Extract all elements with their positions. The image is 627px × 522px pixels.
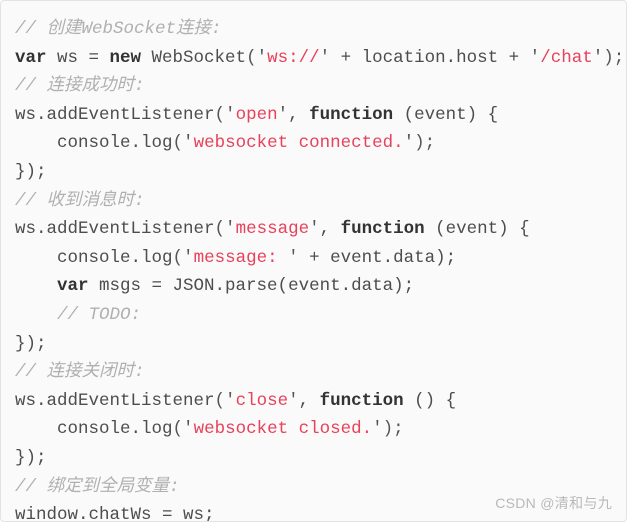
code-token-q: (' [214,219,236,240]
code-token-q: ); [382,419,404,440]
code-token-pl: window.chatWs = ws; [15,505,215,522]
code-token-q: ' [309,219,320,240]
code-line: // TODO: [15,301,616,330]
code-token-cmt: // 创建WebSocket连接: [15,19,222,39]
code-token-kw: new [109,47,142,68]
code-token-pl: WebSocket [141,47,247,68]
code-line: ws.addEventListener('message', function … [15,215,616,244]
code-token-cmt: // 连接关闭时: [15,362,145,383]
code-token-q: ' [403,133,415,154]
code-token-str: /chat [540,47,593,68]
code-line: }); [15,330,616,359]
code-line: console.log('websocket closed.'); [15,415,616,444]
code-token-pl: + location.host + [330,47,530,68]
code-token-q: (' [172,419,194,440]
code-token-pl: msgs = JSON.parse(event.data); [88,276,415,297]
code-token-pl: }); [15,161,47,182]
code-block: // 创建WebSocket连接: var ws = new WebSocket(… [0,0,627,522]
code-line: // 创建WebSocket连接: [15,15,616,44]
code-token-q: (' [172,247,194,268]
code-token-pl: ws.addEventListener [15,219,215,240]
code-token-pl: ws = [46,47,110,68]
code-token-q: (' [214,104,236,125]
code-token-q: ' [277,104,289,125]
code-token-pl: , [288,104,310,125]
code-token-pl: (event) { [424,219,530,240]
code-token-q: ); [603,47,625,68]
code-token-pl: () { [403,390,457,411]
code-token-kw: var [57,276,89,297]
code-token-pl: console.log [57,247,173,268]
code-token-pl: }); [15,333,47,354]
code-token-str: websocket connected. [193,133,404,154]
code-line: var ws = new WebSocket('ws://' + locatio… [15,44,624,73]
code-token-str: ws:// [267,47,320,68]
code-token-q: ' [319,47,331,68]
code-token-pl: ws.addEventListener [15,104,215,125]
code-token-cmt: // 绑定到全局变量: [15,476,180,497]
code-token-pl: }); [15,447,47,468]
code-token-str: message [235,219,310,240]
code-line: ws.addEventListener('open', function (ev… [15,101,616,130]
code-token-kw: function [309,104,394,125]
code-token-q: (' [246,47,268,68]
code-line: // 连接成功时: [15,72,616,101]
code-token-kw: function [340,219,425,240]
code-line: ws.addEventListener('close', function ()… [15,387,616,416]
code-token-str: websocket closed. [193,419,373,440]
code-token-q: (' [172,133,194,154]
code-token-pl: , [319,219,341,240]
code-token-pl: + event.data); [298,247,457,268]
code-line: console.log('websocket connected.'); [15,129,616,158]
code-token-q: ' [288,390,299,411]
code-line: // 收到消息时: [15,187,616,216]
code-token-q: ' [288,247,299,268]
code-token-cmt: // 收到消息时: [15,190,145,211]
code-token-q: ); [414,133,436,154]
code-token-str: open [235,104,278,125]
code-token-cmt: // 连接成功时: [15,76,145,97]
code-line: }); [15,444,616,473]
code-lines[interactable]: // 创建WebSocket连接: var ws = new WebSocket(… [15,15,624,522]
watermark: CSDN @清和与九 [495,495,612,511]
code-token-q: ' [372,419,383,440]
code-token-pl: console.log [57,133,173,154]
code-token-pl: (event) { [393,104,499,125]
code-token-pl: console.log [57,419,173,440]
code-line: console.log('message: ' + event.data); [15,244,616,273]
code-token-str: message: [193,247,289,268]
code-line: var msgs = JSON.parse(event.data); [15,272,616,301]
code-token-pl: , [298,390,320,411]
code-token-q: ' [592,47,604,68]
code-token-q: (' [214,390,236,411]
code-line: // 连接关闭时: [15,358,616,387]
code-line: }); [15,158,616,187]
code-token-kw: function [319,390,404,411]
code-token-str: close [235,390,289,411]
code-token-kw: var [15,47,47,68]
code-token-pl: ws.addEventListener [15,390,215,411]
code-token-q: ' [529,47,541,68]
code-token-cmt: // TODO: [57,304,142,325]
